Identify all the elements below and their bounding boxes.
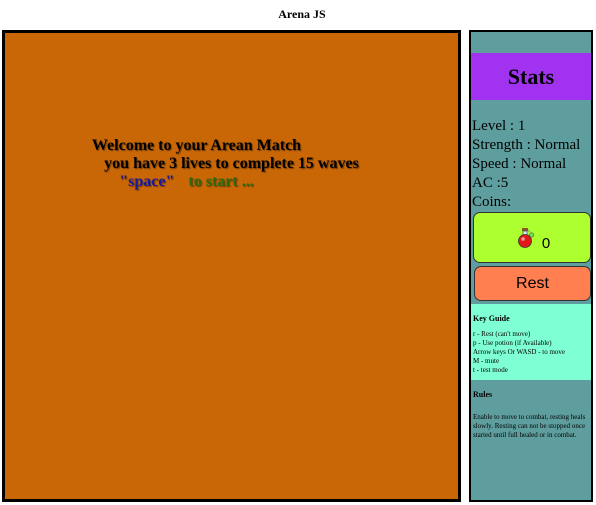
welcome-message: Welcome to your Arean Match you have 3 l… — [5, 137, 458, 191]
page-title: Arena JS — [278, 7, 326, 21]
to-start-label: to start ... — [188, 173, 254, 190]
key-guide: Key Guide r - Rest (can't move) p - Use … — [471, 304, 591, 380]
level-stat: Level : 1 — [472, 118, 526, 134]
key-guide-line: t - test mode — [473, 366, 508, 374]
space-key-label: "space" — [119, 173, 175, 190]
ac-stat: AC :5 — [472, 175, 509, 191]
rules-title: Rules — [473, 390, 493, 399]
stats-heading: Stats — [471, 53, 591, 100]
stats-list: Level : 1 Strength : Normal Speed : Norm… — [472, 117, 591, 212]
rest-button[interactable]: Rest — [474, 266, 591, 301]
speed-stat: Speed : Normal — [472, 156, 567, 172]
key-guide-line: M - mute — [473, 357, 500, 365]
key-guide-line: r - Rest (can't move) — [473, 330, 531, 338]
potion-count: 0 — [541, 235, 551, 252]
start-instruction: "space" to start ... — [5, 173, 458, 191]
welcome-line-1: Welcome to your Arean Match — [91, 137, 302, 154]
stats-sidebar: Stats Level : 1 Strength : Normal Speed … — [469, 30, 593, 502]
rules-section: Rules Enable to move to combat, resting … — [471, 380, 591, 440]
potion-icon — [517, 227, 534, 248]
coins-stat: Coins: — [472, 194, 512, 210]
key-guide-line: Arrow keys Or WASD - to move — [473, 348, 566, 356]
use-potion-button[interactable]: 0 — [473, 212, 591, 263]
game-arena[interactable]: Welcome to your Arean Match you have 3 l… — [2, 30, 461, 502]
strength-stat: Strength : Normal — [472, 137, 581, 153]
key-guide-title: Key Guide — [473, 314, 510, 323]
rules-text: Enable to move to combat, resting heals … — [473, 413, 586, 439]
welcome-line-2: you have 3 lives to complete 15 waves — [104, 155, 359, 172]
key-guide-line: p - Use potion (if Available) — [473, 339, 552, 347]
